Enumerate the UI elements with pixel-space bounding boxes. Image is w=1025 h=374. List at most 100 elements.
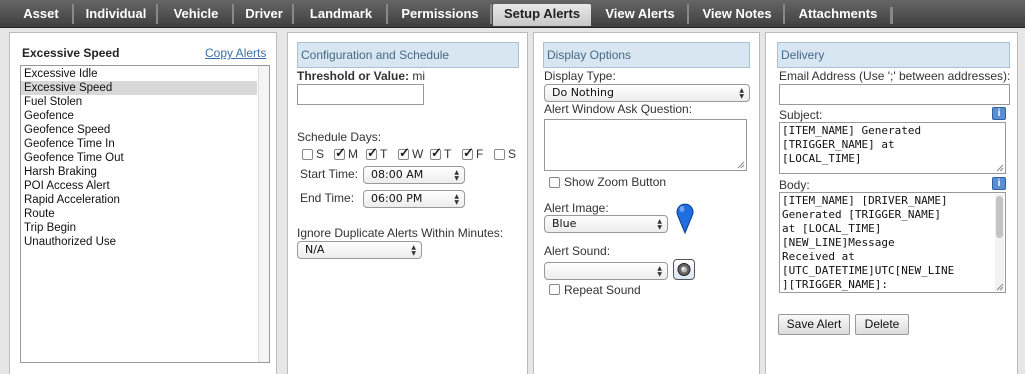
subject-label: Subject:	[779, 108, 823, 122]
day-label: S	[508, 147, 517, 161]
body-textarea[interactable]: [ITEM_NAME] [DRIVER_NAME] Generated [TRI…	[779, 192, 1006, 293]
day-checkbox[interactable]	[430, 145, 442, 161]
ignore-duplicate-value: N/A	[305, 243, 325, 256]
ask-question-label: Alert Window Ask Question:	[544, 102, 693, 116]
schedule-days-label: Schedule Days:	[297, 130, 382, 144]
alert-type-item[interactable]: Excessive Speed	[21, 81, 257, 95]
copy-alerts-link[interactable]: Copy Alerts	[205, 46, 266, 60]
tab-bar: Asset Individual Vehicle Driver Landmark…	[0, 0, 1025, 28]
day-checkbox[interactable]	[494, 149, 505, 160]
select-arrows-icon: ▲ ▼	[657, 218, 662, 231]
subject-textarea[interactable]: [ITEM_NAME] Generated [TRIGGER_NAME] at …	[779, 122, 1006, 174]
body-info-icon[interactable]: i	[992, 177, 1006, 190]
threshold-unit: mi	[412, 69, 426, 83]
alert-type-item[interactable]: Harsh Braking	[21, 165, 257, 179]
play-sound-button[interactable]	[673, 259, 695, 280]
alert-type-list[interactable]: Excessive Idle Excessive Speed Fuel Stolen…	[20, 65, 270, 363]
select-arrows-icon: ▲ ▼	[454, 193, 459, 206]
ask-question-textarea[interactable]	[544, 119, 747, 171]
display-type-label: Display Type:	[544, 69, 616, 83]
display-panel: Display Options Display Type: Do Nothing…	[533, 32, 760, 374]
body-scrollbar[interactable]	[995, 194, 1004, 291]
show-zoom-checkbox[interactable]	[549, 177, 560, 188]
tab-individual[interactable]: Individual	[76, 4, 158, 24]
end-time-select[interactable]: 06:00 PM ▲ ▼	[363, 190, 465, 208]
resize-grip-icon[interactable]	[994, 281, 1004, 291]
day-label: F	[476, 147, 484, 161]
email-label: Email Address (Use ';' between addresses…	[779, 69, 1011, 83]
display-type-select[interactable]: Do Nothing ▲ ▼	[544, 84, 750, 102]
alert-type-item[interactable]: Trip Begin	[21, 221, 257, 235]
tab-setup-alerts[interactable]: Setup Alerts	[493, 4, 591, 26]
day-label: M	[348, 147, 358, 161]
body-scroll-thumb[interactable]	[996, 196, 1003, 238]
alert-type-item[interactable]: Geofence Time Out	[21, 151, 257, 165]
alert-type-item[interactable]: Geofence	[21, 109, 257, 123]
alert-type-item[interactable]: Geofence Time In	[21, 137, 257, 151]
alert-image-label: Alert Image:	[544, 201, 609, 215]
body-value: [ITEM_NAME] [DRIVER_NAME] Generated [TRI…	[782, 194, 955, 291]
tab-separator	[890, 7, 893, 24]
list-scrollbar[interactable]	[258, 66, 269, 362]
alert-image-value: Blue	[552, 217, 577, 230]
config-header: Configuration and Schedule	[297, 42, 519, 68]
start-time-select[interactable]: 08:00 AM ▲ ▼	[363, 166, 465, 184]
display-type-value: Do Nothing	[552, 86, 614, 99]
save-alert-button[interactable]: Save Alert	[778, 314, 850, 335]
tab-vehicle[interactable]: Vehicle	[160, 4, 234, 24]
ignore-duplicate-label: Ignore Duplicate Alerts Within Minutes:	[297, 226, 504, 240]
select-arrows-icon: ▲ ▼	[739, 87, 744, 100]
subject-value: [ITEM_NAME] Generated [TRIGGER_NAME] at …	[782, 124, 922, 165]
alert-type-item[interactable]: Fuel Stolen	[21, 95, 257, 109]
map-pin-icon	[676, 203, 694, 234]
resize-grip-icon[interactable]	[735, 159, 745, 169]
alert-image-select[interactable]: Blue ▲ ▼	[544, 215, 668, 233]
alert-name-title: Excessive Speed	[22, 46, 120, 60]
tab-driver[interactable]: Driver	[236, 4, 294, 24]
day-checkbox-group: F	[462, 145, 492, 163]
start-time-value: 08:00 AM	[371, 168, 424, 181]
day-checkbox[interactable]	[302, 149, 313, 160]
delete-button[interactable]: Delete	[855, 314, 909, 335]
display-header: Display Options	[543, 42, 750, 68]
alert-type-item[interactable]: Route	[21, 207, 257, 221]
day-checkbox[interactable]	[334, 145, 346, 161]
repeat-sound-checkbox[interactable]	[549, 284, 560, 295]
day-checkbox-group: M	[334, 145, 364, 163]
tab-view-alerts[interactable]: View Alerts	[593, 4, 689, 24]
alert-sound-select[interactable]: ▲ ▼	[544, 262, 668, 280]
delivery-panel: Delivery Email Address (Use ';' between …	[765, 32, 1018, 374]
tab-view-notes[interactable]: View Notes	[691, 4, 785, 24]
threshold-input[interactable]	[297, 84, 424, 105]
alert-type-item[interactable]: POI Access Alert	[21, 179, 257, 193]
day-checkbox[interactable]	[366, 145, 378, 161]
show-zoom-label: Show Zoom Button	[564, 175, 667, 189]
ignore-duplicate-select[interactable]: N/A ▲ ▼	[297, 241, 422, 259]
alert-type-item[interactable]: Excessive Idle	[21, 67, 257, 81]
day-checkbox[interactable]	[398, 145, 410, 161]
alerts-list-panel: Excessive Speed Copy Alerts Excessive Id…	[9, 32, 277, 374]
day-label: T	[444, 147, 452, 161]
end-time-value: 06:00 PM	[371, 192, 423, 205]
resize-grip-icon[interactable]	[994, 162, 1004, 172]
tab-landmark[interactable]: Landmark	[296, 4, 388, 24]
config-panel: Configuration and Schedule Threshold or …	[287, 32, 528, 374]
delivery-header: Delivery	[777, 42, 1010, 68]
day-checkbox-group: W	[398, 145, 428, 163]
day-checkbox-group: T	[430, 145, 460, 163]
tab-permissions[interactable]: Permissions	[390, 4, 492, 24]
tab-attachments[interactable]: Attachments	[787, 4, 889, 24]
alert-type-item[interactable]: Rapid Acceleration	[21, 193, 257, 207]
repeat-sound-label: Repeat Sound	[564, 283, 641, 297]
start-time-label: Start Time:	[300, 167, 359, 181]
tab-asset[interactable]: Asset	[10, 4, 74, 24]
alert-type-item[interactable]: Unauthorized Use	[21, 235, 257, 249]
subject-info-icon[interactable]: i	[992, 107, 1006, 120]
day-label: W	[412, 147, 424, 161]
day-checkbox-group: S	[494, 147, 524, 163]
alert-type-item[interactable]: Geofence Speed	[21, 123, 257, 137]
schedule-days: SMTWTFS	[302, 145, 524, 163]
day-checkbox-group: S	[302, 147, 332, 163]
day-checkbox[interactable]	[462, 145, 474, 161]
email-input[interactable]	[779, 84, 1010, 105]
